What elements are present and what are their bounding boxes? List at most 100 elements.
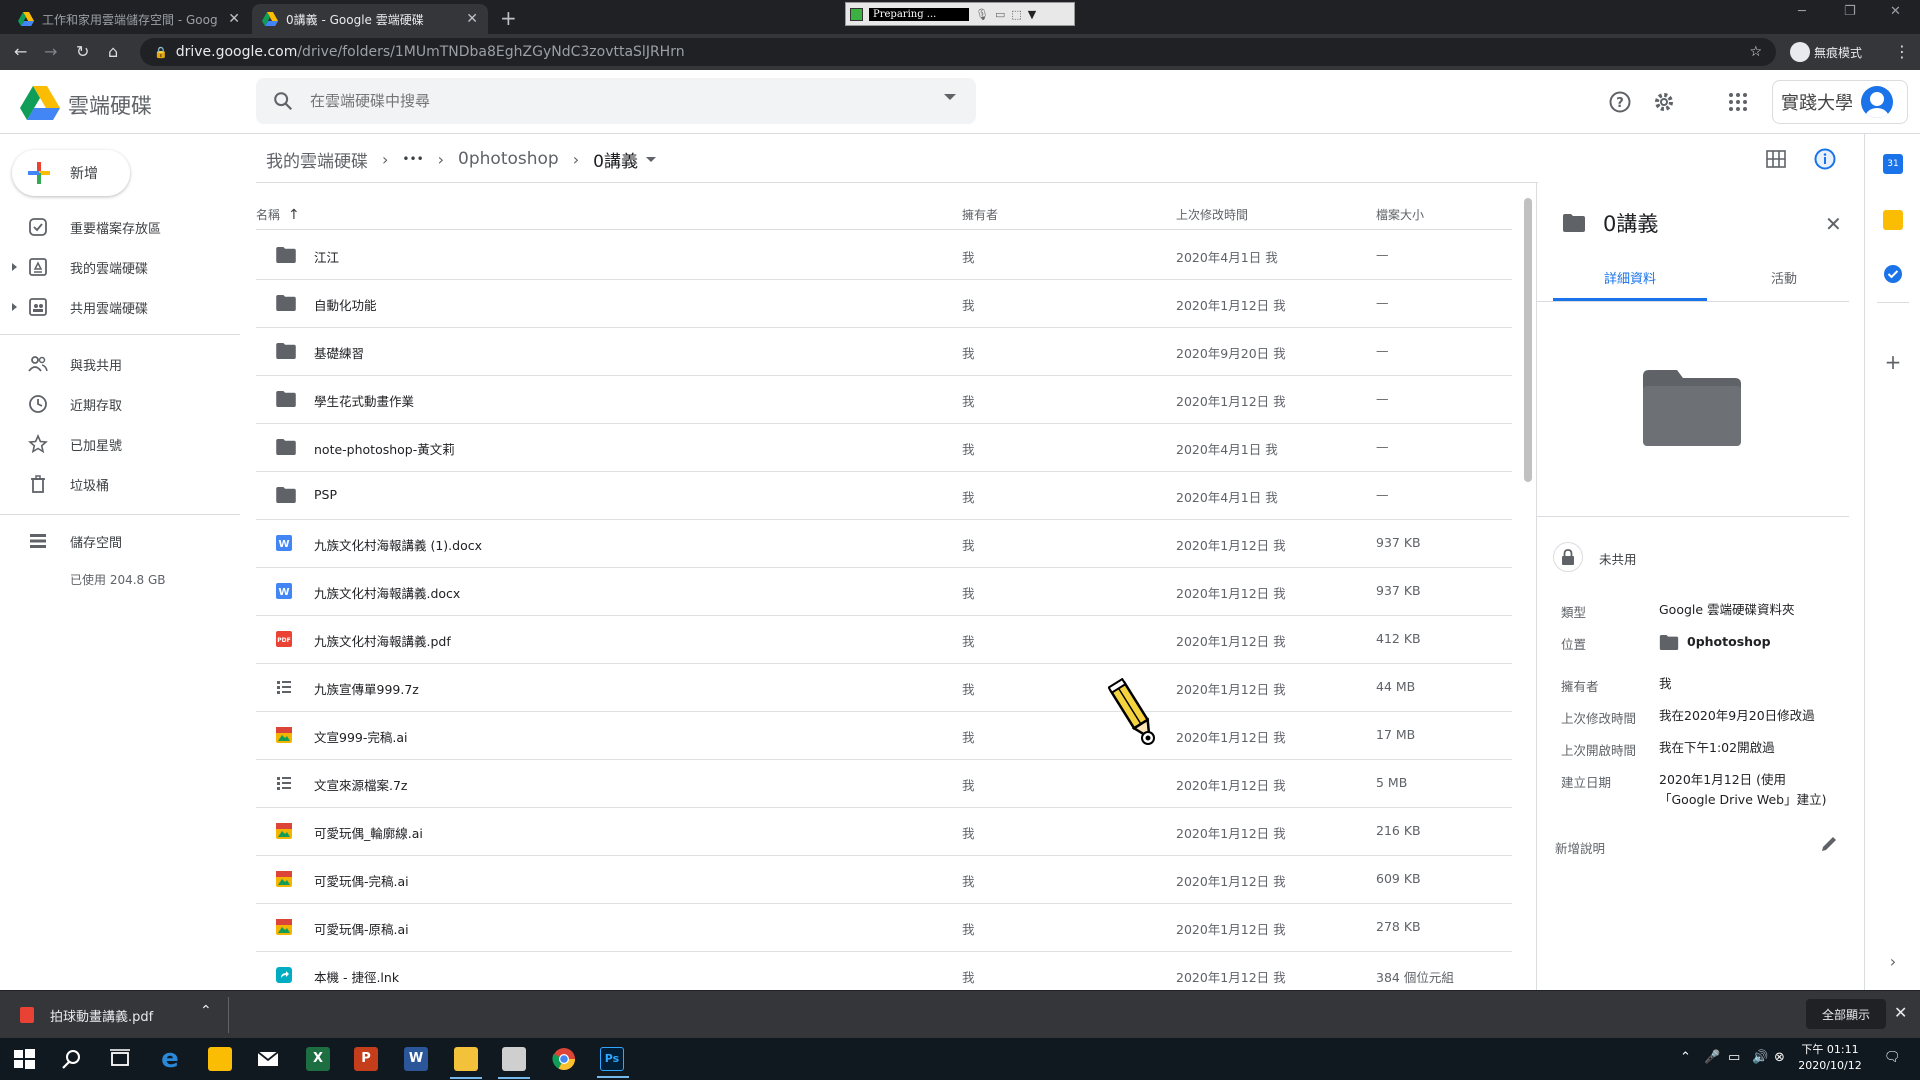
file-row[interactable]: PSP 我 2020年4月1日 我 —	[256, 472, 1512, 520]
file-row[interactable]: 可愛玩偶-完稿.ai 我 2020年1月12日 我 609 KB	[256, 856, 1512, 904]
file-row[interactable]: 文宣來源檔案.7z 我 2020年1月12日 我 5 MB	[256, 760, 1512, 808]
file-row[interactable]: 可愛玩偶-原稿.ai 我 2020年1月12日 我 278 KB	[256, 904, 1512, 952]
screen-recorder-app-icon[interactable]	[498, 1047, 530, 1079]
file-row[interactable]: note-photoshop-黃文莉 我 2020年4月1日 我 —	[256, 424, 1512, 472]
file-row[interactable]: 江江 我 2020年4月1日 我 —	[256, 232, 1512, 280]
close-window-icon[interactable]: ✕	[1890, 4, 1901, 19]
file-name[interactable]: 江江	[314, 247, 339, 266]
sidebar-item-shared-with-me[interactable]: 與我共用	[0, 348, 240, 380]
file-name[interactable]: 可愛玩偶-完稿.ai	[314, 871, 409, 890]
info-icon[interactable]	[1814, 148, 1836, 170]
expand-caret-icon[interactable]	[12, 263, 17, 271]
tab-close-icon[interactable]: ✕	[228, 11, 240, 27]
grid-view-icon[interactable]	[1766, 150, 1786, 168]
breadcrumb-more[interactable]: •••	[402, 152, 423, 166]
prop-value-location[interactable]: 0photoshop	[1659, 632, 1839, 652]
search-icon[interactable]	[272, 90, 294, 112]
file-row[interactable]: W 九族文化村海報講義 (1).docx 我 2020年1月12日 我 937 KB	[256, 520, 1512, 568]
system-clock[interactable]: 下午 01:11 2020/10/12	[1790, 1042, 1870, 1074]
chrome-icon[interactable]	[552, 1047, 576, 1071]
sidebar-item-storage[interactable]: 儲存空間	[0, 525, 240, 557]
add-addon-icon[interactable]: +	[1883, 352, 1903, 372]
new-button[interactable]: 新增	[12, 150, 130, 196]
edge-browser-icon[interactable]: e	[158, 1046, 182, 1072]
back-icon[interactable]: ←	[14, 42, 27, 61]
settings-gear-icon[interactable]	[1652, 90, 1676, 114]
home-icon[interactable]: ⌂	[108, 42, 118, 61]
file-name[interactable]: note-photoshop-黃文莉	[314, 439, 455, 458]
file-name[interactable]: 可愛玩偶-原稿.ai	[314, 919, 409, 938]
powerpoint-icon[interactable]: P	[354, 1047, 378, 1071]
chevron-up-icon[interactable]: ⌃	[200, 1003, 212, 1019]
sidebar-item-my-drive[interactable]: 我的雲端硬碟	[0, 251, 240, 283]
show-all-button[interactable]: 全部顯示	[1806, 999, 1886, 1029]
file-name[interactable]: 可愛玩偶_輪廓線.ai	[314, 823, 423, 842]
drive-logo-icon[interactable]	[20, 86, 60, 120]
calendar-icon[interactable]: 31	[1883, 154, 1903, 174]
app-title[interactable]: 雲端硬碟	[68, 90, 152, 120]
volume-icon[interactable]: 🔊	[1752, 1050, 1768, 1065]
tray-expand-icon[interactable]: ⌃	[1680, 1050, 1691, 1065]
close-icon[interactable]: ✕	[1825, 212, 1842, 236]
search-bar[interactable]	[256, 78, 976, 124]
file-name[interactable]: 九族文化村海報講義.pdf	[314, 631, 451, 650]
microphone-icon[interactable]: 🎤	[1704, 1050, 1720, 1065]
store-icon[interactable]	[208, 1047, 232, 1071]
tab-details[interactable]: 詳細資料	[1553, 268, 1707, 287]
photoshop-icon[interactable]: Ps	[597, 1047, 629, 1078]
download-file-name[interactable]: 拍球動畫講義.pdf	[50, 1006, 153, 1025]
file-name[interactable]: 文宣999-完稿.ai	[314, 727, 407, 746]
browser-tab-2[interactable]: 0講義 - Google 雲端硬碟 ✕	[252, 4, 488, 34]
chrome-menu-icon[interactable]: ⋮	[1894, 42, 1910, 61]
chevron-down-icon[interactable]	[645, 156, 656, 162]
avatar[interactable]	[1861, 86, 1893, 118]
file-name[interactable]: 九族宣傳單999.7z	[314, 679, 419, 698]
restore-icon[interactable]: ❐	[1844, 4, 1856, 19]
add-description[interactable]: 新增說明	[1555, 838, 1605, 857]
close-download-bar-icon[interactable]: ✕	[1894, 1003, 1907, 1022]
expand-caret-icon[interactable]	[12, 303, 17, 311]
file-row[interactable]: 學生花式動畫作業 我 2020年1月12日 我 —	[256, 376, 1512, 424]
camera-icon[interactable]: ▭	[995, 8, 1005, 21]
excel-icon[interactable]: X	[306, 1047, 330, 1071]
sharing-status[interactable]	[1553, 542, 1583, 572]
file-row[interactable]: 可愛玩偶_輪廓線.ai 我 2020年1月12日 我 216 KB	[256, 808, 1512, 856]
column-name[interactable]: 名稱 ↑	[256, 206, 300, 223]
status-icon[interactable]: ⊗	[1774, 1050, 1785, 1065]
breadcrumb-parent[interactable]: 0photoshop	[458, 149, 559, 169]
file-name[interactable]: 文宣來源檔案.7z	[314, 775, 408, 794]
minimize-icon[interactable]: ─	[1798, 4, 1806, 19]
incognito-indicator[interactable]: 無痕模式	[1790, 42, 1862, 62]
sidebar-item-priority[interactable]: 重要檔案存放區	[0, 211, 240, 243]
file-name[interactable]: 自動化功能	[314, 295, 377, 314]
file-row[interactable]: 自動化功能 我 2020年1月12日 我 —	[256, 280, 1512, 328]
file-name[interactable]: 基礎練習	[314, 343, 364, 362]
task-view-icon[interactable]	[108, 1047, 132, 1071]
network-icon[interactable]: ▭	[1728, 1050, 1740, 1065]
address-bar[interactable]: 🔒 drive.google.com/drive/folders/1MUmTND…	[140, 38, 1776, 66]
help-icon[interactable]: ?	[1608, 90, 1632, 114]
file-row[interactable]: 基礎練習 我 2020年9月20日 我 —	[256, 328, 1512, 376]
sidebar-item-starred[interactable]: 已加星號	[0, 428, 240, 460]
forward-icon[interactable]: →	[44, 42, 57, 61]
bookmark-star-icon[interactable]: ☆	[1749, 44, 1762, 60]
recorder-menu-icon[interactable]: ▼	[1028, 8, 1036, 21]
file-row[interactable]: 本機 - 捷徑.lnk 我 2020年1月12日 我 384 個位元組	[256, 952, 1512, 988]
file-name[interactable]: 九族文化村海報講義.docx	[314, 583, 460, 602]
tab-close-icon[interactable]: ✕	[466, 11, 478, 27]
browser-tab-1[interactable]: 工作和家用雲端儲存空間 - Goog ✕	[8, 4, 250, 34]
search-icon[interactable]	[60, 1047, 84, 1071]
tab-activity[interactable]: 活動	[1707, 268, 1861, 287]
chevron-right-icon[interactable]: ›	[1883, 952, 1903, 972]
location-link[interactable]: 0photoshop	[1687, 632, 1771, 652]
new-tab-icon[interactable]: +	[500, 6, 517, 30]
sidebar-item-shared-drives[interactable]: 共用雲端硬碟	[0, 291, 240, 323]
column-size[interactable]: 檔案大小	[1376, 206, 1424, 223]
region-icon[interactable]: ⬚	[1011, 8, 1021, 21]
mail-icon[interactable]	[256, 1047, 280, 1071]
sort-arrow-icon[interactable]: ↑	[288, 207, 300, 223]
keep-icon[interactable]	[1883, 210, 1903, 230]
sidebar-item-recent[interactable]: 近期存取	[0, 388, 240, 420]
sidebar-item-trash[interactable]: 垃圾桶	[0, 468, 240, 500]
file-name[interactable]: 本機 - 捷徑.lnk	[314, 967, 399, 986]
